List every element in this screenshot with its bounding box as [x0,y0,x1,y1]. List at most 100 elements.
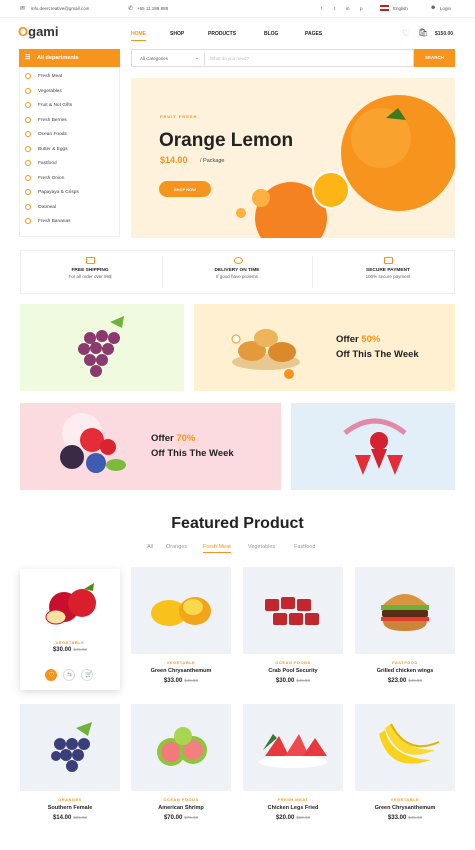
wishlist-button[interactable]: ♡ [45,669,57,681]
product-name[interactable]: Chicken Legs Fried [243,805,343,811]
department-item[interactable]: Vegetables [38,89,62,94]
menu-icon: ☰ [25,55,31,61]
product-name[interactable]: Green Chrysanthemum [131,668,231,674]
search-input[interactable]: What do you need? [210,56,249,61]
nav-pages[interactable]: PAGES [305,31,322,37]
contact-email[interactable]: info.deercreative@gmail.com [31,6,89,11]
department-icon [25,203,31,210]
product-category: ORANGES [58,797,82,802]
cart-icon[interactable]: 🛍 [418,28,428,37]
login-link[interactable]: Login [440,6,451,11]
mail-icon: ✉ [20,6,26,12]
cart-total: $150.00 [435,31,454,37]
department-item[interactable]: Fruit & Nut Gifts [38,103,72,108]
facebook-icon[interactable]: f [321,6,322,11]
product-image-watermelon[interactable] [243,704,343,791]
grapes-icon [51,722,92,772]
berries-image [60,413,126,473]
product-price: $33.00 $45.00 [131,678,231,684]
user-icon: ☻ [430,5,437,11]
product-image-grapes[interactable] [20,704,120,791]
category-select[interactable]: All Categories [140,56,168,61]
product-category: VEGETABLE [390,797,420,802]
product-name[interactable]: Southern Female [20,805,120,811]
cart-icon: 🛒 [85,672,93,678]
department-item[interactable]: Fresh Bananas [38,219,71,224]
department-icon [25,145,31,152]
departments-toggle[interactable]: ☰ All departments [19,49,120,67]
strawberry-banner[interactable] [291,403,455,490]
nav-blog[interactable]: BLOG [264,31,278,37]
price-old: $45.00 [184,678,199,683]
department-icon [25,174,31,181]
price-current: $23.00 [387,678,407,684]
tab-all[interactable]: All [147,544,153,550]
nav-shop[interactable]: SHOP [170,31,184,37]
feature-title: SECURE PAYMENT [366,268,410,273]
tab-oranges[interactable]: Oranges [166,544,187,550]
phone-icon: ✆ [128,6,134,12]
hero-unit: / Package [200,158,225,164]
department-item[interactable]: Fresh Meat [38,74,62,79]
product-name[interactable]: Green Chrysanthemum [355,805,455,811]
mango-icon [151,597,211,626]
pinterest-icon[interactable]: p [360,6,363,11]
price-current: $70.00 [163,815,183,821]
tab-vegetables[interactable]: Vegetables [248,544,275,550]
search-button[interactable]: SEARCH [414,49,455,67]
product-image-banana[interactable] [355,704,455,791]
product-image-mango[interactable] [131,567,231,654]
feature-subtitle: If good have prolems [215,274,259,279]
add-to-cart-button[interactable]: 🛒 [81,669,93,681]
tab-fastfood[interactable]: Fastfood [294,544,315,550]
department-item[interactable]: Butter & Eggs [38,147,68,152]
department-item[interactable]: Papayaya & Crisps [38,190,79,195]
product-category: FASTFOOD [392,660,418,665]
product-image-guava[interactable] [131,704,231,791]
linkedin-icon[interactable]: in [346,6,350,11]
bread-image [231,329,300,379]
burger-icon [381,594,429,631]
offer-percent: 70% [176,433,196,444]
departments-list [19,67,120,237]
banana-icon [379,723,440,764]
product-price: $30.00 $45.00 [243,678,343,684]
divider [204,53,205,65]
grapes-image [78,316,124,377]
department-item[interactable]: Oatmeal [38,205,56,210]
offer-label: Offer [151,433,174,444]
department-icon [25,218,31,224]
compare-icon: ⇆ [67,672,73,678]
nav-home[interactable]: HOME [131,31,146,41]
product-image-meat[interactable] [243,567,343,654]
grapes-banner[interactable] [20,304,184,391]
product-price: $23.00 $45.00 [355,678,455,684]
featured-title: Featured Product [171,515,304,532]
card-icon [384,257,393,264]
product-name[interactable]: Grilled chicken wings [355,668,455,674]
department-item[interactable]: Fastfood [38,161,57,166]
department-item[interactable]: Fresh Onion [38,176,64,181]
product-name[interactable]: American Shrimp [131,805,231,811]
department-icon [25,73,31,79]
product-price: $14.00 $35.00 [20,815,120,821]
price-current: $14.00 [52,815,72,821]
hero-price: $14.00 [160,155,188,165]
department-item[interactable]: Fresh Berries [38,118,67,123]
product-image-burger[interactable] [355,567,455,654]
language-selector[interactable]: English [393,6,408,11]
nav-products[interactable]: PRODUCTS [208,31,236,37]
logo-accent: O [18,24,29,39]
hero-eyebrow: FRUIT FRESH [160,114,198,119]
heart-icon[interactable]: ♡ [402,28,410,39]
department-item[interactable]: Ocean Foods [38,132,67,137]
heart-icon: ♡ [48,672,55,679]
offer-50: Offer 50% Off This The Week [336,332,419,362]
shop-now-button[interactable]: SHOP NOW [159,181,211,197]
product-name[interactable]: Crab Pool Security [243,668,343,674]
product-price: $30.00 $45.00 [20,647,120,653]
tab-fresh-meat[interactable]: Fresh Meat [203,544,231,553]
site-logo[interactable]: Ogami [18,24,58,39]
twitter-icon[interactable]: t [334,6,335,11]
compare-button[interactable]: ⇆ [63,669,75,681]
